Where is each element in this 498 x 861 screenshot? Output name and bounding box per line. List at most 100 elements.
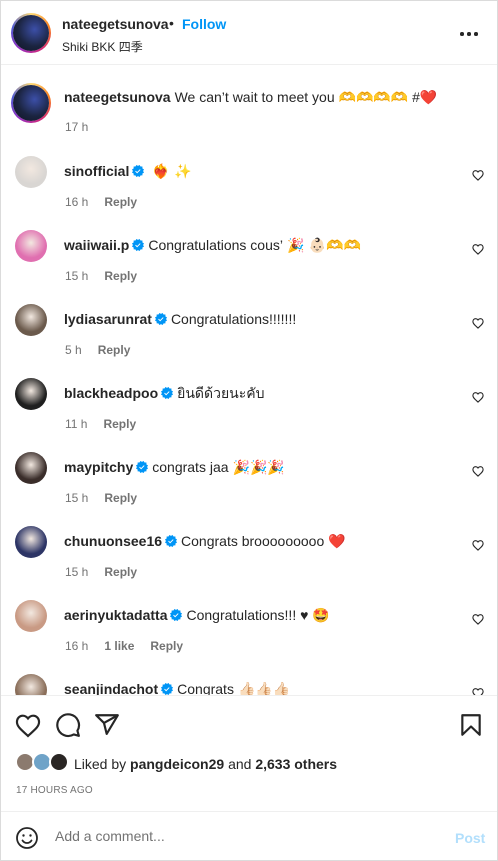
comment-timestamp[interactable]: 16 h [65,639,88,653]
commenter-username[interactable]: lydiasarunrat [64,311,152,327]
action-bar: Liked by pangdeicon29 and 2,633 others 1… [1,695,497,811]
comment-emoji: 👍🏻👍🏻👍🏻 [237,682,291,695]
like-comment-heart-icon[interactable] [472,243,484,255]
comment-text-line: seanjindachot Congrats 👍🏻👍🏻👍🏻 [64,680,290,695]
author-avatar[interactable] [11,13,51,53]
commenter-username[interactable]: maypitchy [64,459,133,475]
like-comment-heart-icon[interactable] [472,687,484,695]
comment-timestamp[interactable]: 5 h [65,343,82,357]
author-username[interactable]: nateegetsunova [62,16,169,32]
liked-by-and: and [228,756,252,772]
reply-button[interactable]: Reply [104,491,137,505]
liker-avatar[interactable] [49,752,69,772]
caption-timestamp[interactable]: 17 h [65,120,88,134]
comment-meta: 15 h Reply [65,491,153,505]
comment-body: congrats jaa [152,459,229,475]
comment-body: Congratulations!!! ♥ [186,607,309,623]
commenter-username[interactable]: chunuonsee16 [64,533,162,549]
heart-outline-icon[interactable] [15,712,41,738]
comment-emoji: ❤️ [328,534,346,550]
comment-emoji: ❤️‍🔥 ✨ [152,164,192,180]
caption-username[interactable]: nateegetsunova [64,89,171,105]
comment-timestamp[interactable]: 15 h [65,491,88,505]
comment-timestamp[interactable]: 16 h [65,195,88,209]
comment-timestamp[interactable]: 15 h [65,269,88,283]
commenter-avatar[interactable] [15,526,47,558]
bookmark-icon[interactable] [458,712,484,738]
comment-body: Congrats brooooooooo [181,533,325,549]
commenter-username[interactable]: blackheadpoo [64,385,158,401]
comment-timestamp[interactable]: 11 h [65,417,87,431]
like-comment-heart-icon[interactable] [472,613,484,625]
reply-button[interactable]: Reply [104,195,137,209]
smiley-icon[interactable] [15,826,39,850]
comment-like-count[interactable]: 1 like [104,639,134,653]
commenter-avatar[interactable] [15,230,47,262]
commenter-username[interactable]: waiiwaii.p [64,237,129,253]
like-comment-heart-icon[interactable] [472,169,484,181]
caption-heart-emoji: ❤️ [419,90,438,106]
caption-body: We can’t wait to meet you 🫶🫶🫶🫶 # [174,89,420,105]
post-header: nateegetsunova • Follow Shiki BKK 四季 [1,1,497,65]
more-horizontal-icon[interactable] [459,23,479,43]
comment-text-line: maypitchy congrats jaa 🎉🎉🎉 [64,458,285,477]
comment-text-line: aerinyuktadatta Congratulations!!! ♥ 🤩 [64,606,330,625]
comment-timestamp[interactable]: 15 h [65,565,88,579]
post-dialog: nateegetsunova • Follow Shiki BKK 四季 nat… [0,0,498,861]
follow-button[interactable]: Follow [182,16,226,32]
verified-badge-icon [132,239,145,251]
separator-dot: • [169,15,174,31]
caption: nateegetsunova We can’t wait to meet you … [64,88,437,107]
paper-plane-icon[interactable] [94,712,120,738]
commenter-username[interactable]: seanjindachot [64,681,158,695]
caption-avatar[interactable] [11,83,51,123]
comment-body: Congratulations cous’ [148,237,283,253]
verified-badge-icon [161,683,174,695]
reply-button[interactable]: Reply [98,343,131,357]
commenter-avatar[interactable] [15,156,47,188]
commenter-avatar[interactable] [15,674,47,695]
comment-text-line: chunuonsee16 Congrats brooooooooo ❤️ [64,532,346,551]
comment-text-line: waiiwaii.p Congratulations cous’ 🎉 👶🏻🫶🫶 [64,236,361,255]
liked-by-others-link[interactable]: 2,633 others [255,756,337,772]
add-comment-bar: Post [1,811,497,861]
reply-button[interactable]: Reply [150,639,183,653]
comment-row: chunuonsee16 Congrats brooooooooo ❤️ 15 h Re… [1,526,497,600]
verified-badge-icon [161,387,174,399]
commenter-username[interactable]: sinofficial [64,163,129,179]
like-comment-heart-icon[interactable] [472,391,484,403]
comment-row: blackheadpoo ยินดีด้วยนะคับ 11 h Reply [1,378,497,452]
location-link[interactable]: Shiki BKK 四季 [62,38,143,55]
comment-body: Congratulations!!!!!!! [170,311,297,327]
comment-icon[interactable] [55,712,81,738]
verified-badge-icon [132,165,145,177]
reply-button[interactable]: Reply [104,565,137,579]
comment-meta: 16 h 1 like Reply [65,639,199,653]
comment-emoji: 🤩 [312,608,330,624]
comment-body: ยินดีด้วยนะคับ [177,385,265,401]
post-comment-button[interactable]: Post [455,830,485,846]
commenter-avatar[interactable] [15,600,47,632]
reply-button[interactable]: Reply [104,269,137,283]
like-comment-heart-icon[interactable] [472,539,484,551]
verified-badge-icon [154,313,167,325]
comment-body: Congrats [177,681,234,695]
comment-row: waiiwaii.p Congratulations cous’ 🎉 👶🏻🫶🫶 15 … [1,230,497,304]
verified-badge-icon [170,609,183,621]
verified-badge-icon [165,535,178,547]
comment-meta: 5 h Reply [65,343,146,357]
comment-text-line: sinofficial ❤️‍🔥 ✨ [64,162,192,181]
post-timestamp[interactable]: 17 HOURS AGO [16,785,93,796]
like-comment-heart-icon[interactable] [472,317,484,329]
like-comment-heart-icon[interactable] [472,465,484,477]
commenter-username[interactable]: aerinyuktadatta [64,607,167,623]
commenter-avatar[interactable] [15,452,47,484]
liked-by-user-link[interactable]: pangdeicon29 [130,756,224,772]
commenter-avatar[interactable] [15,378,47,410]
comment-input[interactable] [55,824,435,848]
comment-meta: 15 h Reply [65,565,153,579]
comment-meta: 15 h Reply [65,269,153,283]
reply-button[interactable]: Reply [103,417,136,431]
comment-emoji: 🎉 👶🏻🫶🫶 [287,238,362,254]
commenter-avatar[interactable] [15,304,47,336]
